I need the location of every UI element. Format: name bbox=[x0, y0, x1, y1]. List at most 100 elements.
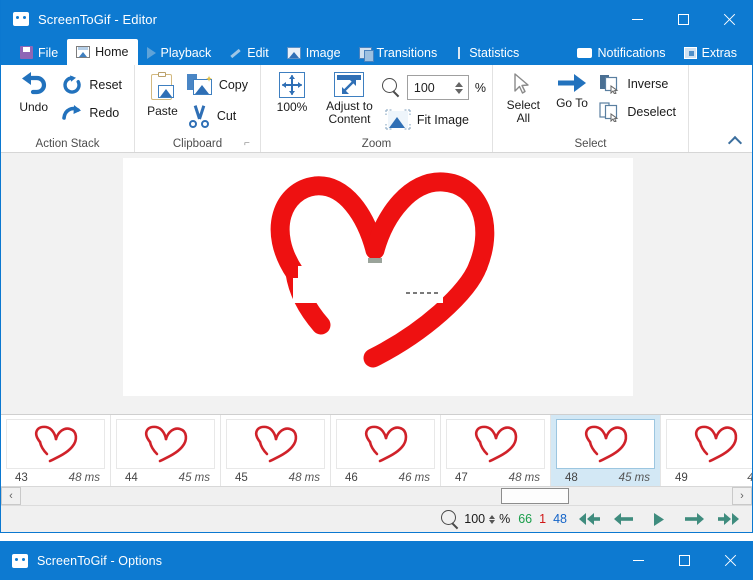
tab-edit[interactable]: Edit bbox=[220, 40, 278, 65]
select-all-label: Select All bbox=[499, 99, 548, 125]
options-window: ScreenToGif - Options bbox=[0, 541, 753, 580]
maximize-button[interactable] bbox=[660, 0, 706, 38]
tab-playback[interactable]: Playback bbox=[138, 40, 221, 65]
maximize-button[interactable] bbox=[661, 541, 707, 579]
previous-frame-button[interactable] bbox=[606, 508, 641, 531]
frame-meta: 44 45 ms bbox=[111, 469, 220, 486]
adjust-to-content-button[interactable]: Adjust to Content bbox=[317, 65, 382, 126]
filmstrip-frame[interactable]: 44 45 ms bbox=[111, 415, 221, 486]
first-frame-button[interactable] bbox=[571, 508, 606, 531]
inverse-selection-icon bbox=[599, 74, 621, 94]
filmstrip-frame-selected[interactable]: 48 45 ms bbox=[551, 415, 661, 486]
statusbar-counts: 66 1 48 bbox=[518, 512, 567, 526]
undo-button[interactable]: Undo bbox=[9, 65, 58, 114]
adjust-content-icon bbox=[334, 72, 364, 97]
ribbon: Undo Reset bbox=[1, 65, 752, 153]
frame-index: 48 bbox=[565, 472, 578, 484]
image-icon bbox=[287, 47, 301, 59]
undo-arrow-icon bbox=[19, 72, 49, 98]
tab-extras[interactable]: Extras bbox=[675, 40, 746, 65]
notification-icon bbox=[577, 48, 592, 58]
collapse-ribbon-button[interactable] bbox=[724, 131, 746, 151]
canvas-area[interactable] bbox=[1, 153, 752, 414]
close-icon bbox=[723, 13, 736, 26]
editor-titlebar[interactable]: ScreenToGif - Editor bbox=[1, 0, 752, 38]
screen: ScreenToGif - Editor File Ho bbox=[0, 0, 753, 580]
select-all-button[interactable]: Select All bbox=[499, 65, 548, 125]
redo-arrow-icon bbox=[61, 103, 83, 123]
minimize-button[interactable] bbox=[615, 541, 661, 579]
tab-file[interactable]: File bbox=[11, 40, 67, 65]
frame-delay: 46 ms bbox=[399, 472, 430, 484]
filmstrip-frame[interactable]: 45 48 ms bbox=[221, 415, 331, 486]
frame-meta: 45 48 ms bbox=[221, 469, 330, 486]
ribbon-spacer bbox=[688, 65, 752, 152]
statistics-icon bbox=[455, 47, 464, 59]
tab-notifications[interactable]: Notifications bbox=[568, 40, 674, 65]
reset-label: Reset bbox=[89, 78, 122, 92]
filmstrip-frame[interactable]: 46 46 ms bbox=[331, 415, 441, 486]
clipboard-dialog-launcher-icon[interactable]: ⌐ bbox=[244, 138, 256, 150]
go-to-button[interactable]: Go To bbox=[548, 65, 597, 110]
chevron-down-icon[interactable] bbox=[455, 89, 463, 94]
ribbon-group-zoom: 100% Adjust to Content bbox=[260, 65, 492, 152]
tab-label: Edit bbox=[247, 46, 269, 60]
frame-delay: 47 bbox=[747, 472, 752, 484]
cut-button[interactable]: Cut bbox=[184, 101, 254, 131]
paste-button[interactable]: Paste bbox=[141, 65, 184, 118]
filmstrip-frame[interactable]: 43 48 ms bbox=[1, 415, 111, 486]
scroll-right-button[interactable]: › bbox=[732, 487, 752, 505]
frame-delay: 48 ms bbox=[509, 472, 540, 484]
tab-image[interactable]: Image bbox=[278, 40, 350, 65]
inverse-button[interactable]: Inverse bbox=[596, 71, 682, 97]
tab-statistics[interactable]: Statistics bbox=[446, 40, 528, 65]
play-button[interactable] bbox=[641, 508, 676, 531]
close-button[interactable] bbox=[706, 0, 752, 38]
statusbar-zoom[interactable]: 100 % bbox=[464, 512, 510, 526]
paste-label: Paste bbox=[147, 105, 178, 118]
filmstrip-scrollbar[interactable]: ‹ › bbox=[1, 486, 752, 505]
fit-arrows-icon bbox=[279, 72, 305, 98]
app-icon bbox=[12, 554, 28, 568]
frame-meta: 46 46 ms bbox=[331, 469, 440, 486]
frame-canvas[interactable] bbox=[123, 158, 633, 396]
frame-index: 46 bbox=[345, 472, 358, 484]
frame-thumbnail bbox=[6, 419, 105, 469]
filmstrip-frame[interactable]: 47 48 ms bbox=[441, 415, 551, 486]
next-frame-button[interactable] bbox=[676, 508, 711, 531]
statusbar-zoom-arrows[interactable] bbox=[489, 515, 495, 524]
copy-label: Copy bbox=[219, 78, 248, 92]
options-window-controls bbox=[615, 541, 753, 579]
scrollbar-track[interactable] bbox=[21, 487, 732, 505]
fit-image-button[interactable]: Fit Image bbox=[382, 106, 486, 133]
copy-button[interactable]: ✦ Copy bbox=[184, 71, 254, 99]
deselect-button[interactable]: Deselect bbox=[596, 99, 682, 125]
chevron-down-icon[interactable] bbox=[489, 520, 495, 524]
scrollbar-thumb[interactable] bbox=[501, 488, 569, 504]
statusbar-zoom-unit: % bbox=[499, 512, 510, 526]
inverse-label: Inverse bbox=[627, 77, 668, 91]
minimize-button[interactable] bbox=[614, 0, 660, 38]
scroll-left-button[interactable]: ‹ bbox=[1, 487, 21, 505]
tab-transitions[interactable]: Transitions bbox=[350, 40, 447, 65]
heart-drawing bbox=[123, 158, 633, 396]
close-button[interactable] bbox=[707, 541, 753, 579]
frame-thumbnail bbox=[336, 419, 435, 469]
frame-delay: 48 ms bbox=[289, 472, 320, 484]
filmstrip-frame[interactable]: 49 47 bbox=[661, 415, 752, 486]
zoom-unit: % bbox=[475, 81, 486, 95]
frame-delay: 48 ms bbox=[69, 472, 100, 484]
ribbon-group-clipboard: Paste ✦ Copy Cut bbox=[134, 65, 260, 152]
chevron-up-icon[interactable] bbox=[489, 515, 495, 519]
last-frame-button[interactable] bbox=[711, 508, 746, 531]
chevron-up-icon[interactable] bbox=[455, 82, 463, 87]
tab-home[interactable]: Home bbox=[67, 39, 137, 65]
filmstrip[interactable]: 43 48 ms 44 45 ms bbox=[1, 414, 752, 486]
redo-button[interactable]: Redo bbox=[58, 100, 128, 126]
reset-button[interactable]: Reset bbox=[58, 72, 128, 98]
zoom-spinner-arrows[interactable] bbox=[455, 82, 466, 94]
zoom-spinner[interactable]: 100 bbox=[407, 75, 469, 100]
frame-meta: 48 45 ms bbox=[551, 469, 660, 486]
frame-meta: 43 48 ms bbox=[1, 469, 110, 486]
zoom-100-button[interactable]: 100% bbox=[267, 65, 317, 114]
